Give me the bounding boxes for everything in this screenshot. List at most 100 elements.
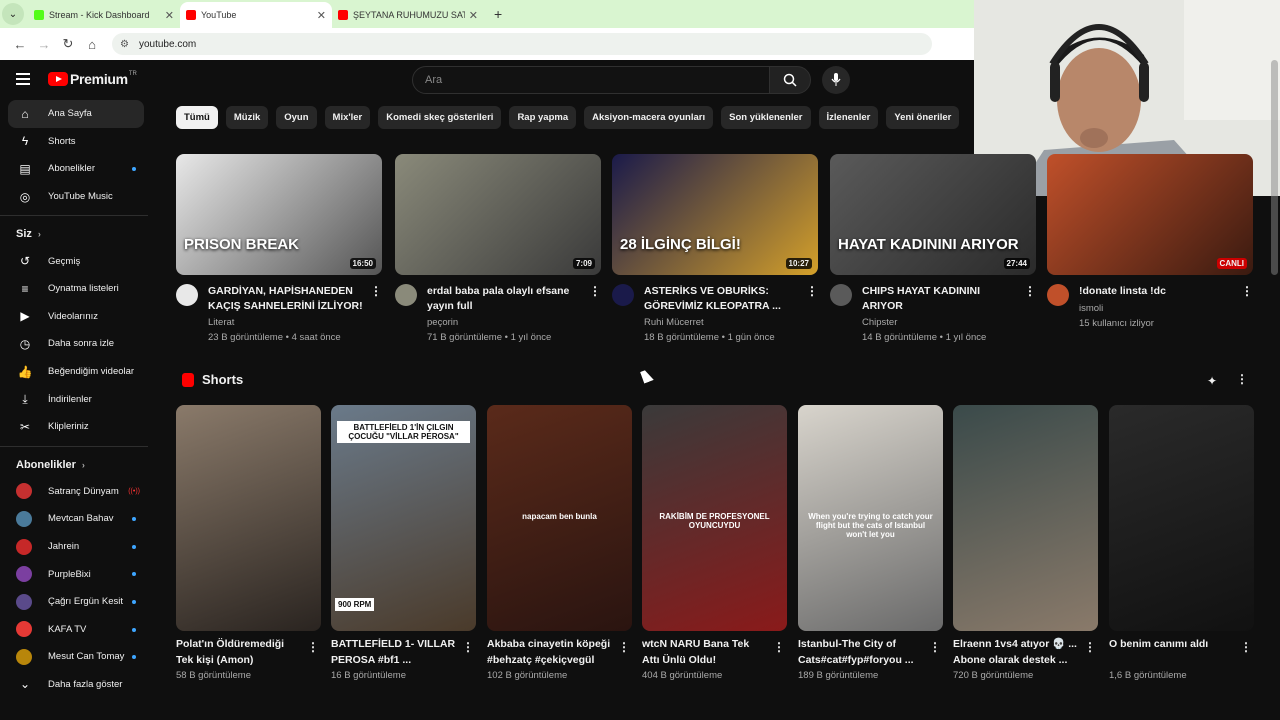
new-tab-button[interactable]: + [494, 6, 502, 22]
video-title[interactable]: erdal baba pala olaylı efsane yayın full [427, 284, 587, 313]
filter-chip[interactable]: Son yüklenenler [721, 106, 811, 129]
more-actions-icon[interactable]: ⋮ [1084, 640, 1096, 654]
channel-avatar[interactable] [612, 284, 634, 306]
more-actions-icon[interactable]: ⋮ [773, 640, 785, 654]
sidebar-item[interactable]: ▶ Videolarınız [8, 303, 144, 331]
forward-icon[interactable]: → [32, 37, 56, 52]
more-actions-icon[interactable]: ⋮ [929, 640, 941, 654]
filter-chip[interactable]: Yeni öneriler [886, 106, 960, 129]
search-button[interactable] [769, 66, 811, 94]
short-thumbnail[interactable]: napacam ben bunla [487, 405, 632, 631]
filter-chip[interactable]: Aksiyon-macera oyunları [584, 106, 714, 129]
sidebar-item[interactable]: ↺ Geçmiş [8, 247, 144, 275]
tab-close-icon[interactable]: ✕ [317, 9, 326, 22]
sidebar-subscription[interactable]: Çağrı Ergün Kesit [8, 588, 144, 616]
reload-icon[interactable]: ↻ [56, 36, 80, 52]
short-card[interactable]: O benim canımı aldı 1,6 B görüntüleme ⋮ [1109, 405, 1254, 681]
sidebar-you-header[interactable]: Siz › [0, 221, 160, 247]
short-title[interactable]: O benim canımı aldı [1109, 636, 1234, 668]
short-thumbnail[interactable]: RAKİBİM DE PROFESYONEL OYUNCUYDU [642, 405, 787, 631]
url-field[interactable]: ⚙ youtube.com [112, 33, 932, 55]
more-actions-icon[interactable]: ⋮ [307, 640, 319, 654]
video-title[interactable]: ASTERİKS VE OBURİKS: GÖREVİMİZ KLEOPATRA… [644, 284, 804, 313]
channel-name[interactable]: Chipster [862, 315, 1022, 330]
short-title[interactable]: wtcN NARU Bana Tek Attı Ünlü Oldu! [642, 636, 767, 668]
youtube-logo[interactable]: Premium TR [48, 71, 137, 87]
sidebar-subscription[interactable]: Mevtcan Bahav [8, 505, 144, 533]
short-thumbnail[interactable]: BATTLEFİELD 1'İN ÇILGIN ÇOCUĞU "VİLLAR P… [331, 405, 476, 631]
short-card[interactable]: When you're trying to catch your flight … [798, 405, 943, 681]
sidebar-subscriptions-header[interactable]: Abonelikler › [0, 452, 160, 478]
video-thumbnail[interactable]: 7:09 [395, 154, 601, 275]
video-title[interactable]: GARDİYAN, HAPİSHANEDEN KAÇIŞ SAHNELERİNİ… [208, 284, 368, 313]
filter-chip[interactable]: Müzik [225, 106, 269, 129]
video-title[interactable]: CHIPS HAYAT KADININI ARIYOR [862, 284, 1022, 313]
browser-tab[interactable]: YouTube ✕ [180, 2, 332, 28]
video-thumbnail[interactable]: HAYAT KADININI ARIYOR 27:44 [830, 154, 1036, 275]
more-actions-icon[interactable]: ⋮ [1241, 284, 1253, 298]
video-card[interactable]: CANLI !donate linsta !dc ismoli 15 kullanıc… [1047, 154, 1253, 331]
sidebar-subscription[interactable]: Jahrein [8, 533, 144, 561]
sidebar-subscription[interactable]: KAFA TV [8, 616, 144, 644]
page-scrollbar[interactable] [1271, 60, 1278, 275]
home-button-icon[interactable]: ⌂ [80, 37, 104, 52]
channel-avatar[interactable] [830, 284, 852, 306]
more-actions-icon[interactable]: ⋮ [806, 284, 818, 298]
channel-name[interactable]: peçorin [427, 315, 587, 330]
short-thumbnail[interactable]: When you're trying to catch your flight … [798, 405, 943, 631]
filter-chip[interactable]: Mix'ler [324, 106, 371, 129]
short-title[interactable]: Elraenn 1vs4 atıyor 💀 ... Abone olarak d… [953, 636, 1078, 668]
sidebar-item[interactable]: 👍 Beğendiğim videolar [8, 358, 144, 386]
short-card[interactable]: Polat'ın Öldüremediği Tek kişi (Amon) 58 … [176, 405, 321, 681]
channel-avatar[interactable] [395, 284, 417, 306]
more-actions-icon[interactable]: ⋮ [1240, 640, 1252, 654]
video-card[interactable]: 28 İLGİNÇ BİLGİ! 10:27 ASTERİKS VE OBURİKS… [612, 154, 818, 345]
video-thumbnail[interactable]: 28 İLGİNÇ BİLGİ! 10:27 [612, 154, 818, 275]
sidebar-subscription[interactable]: Satranç Dünyam ((•)) [8, 478, 144, 506]
short-title[interactable]: Akbaba cinayetin köpeği #behzatç #çekiçv… [487, 636, 612, 668]
short-title[interactable]: Istanbul-The City of Cats#cat#fyp#foryou… [798, 636, 923, 668]
short-thumbnail[interactable] [176, 405, 321, 631]
channel-name[interactable]: ismoli [1079, 301, 1239, 316]
menu-icon[interactable] [16, 73, 30, 85]
voice-search-button[interactable] [822, 66, 850, 94]
video-title[interactable]: !donate linsta !dc [1079, 284, 1239, 299]
site-info-icon[interactable]: ⚙ [120, 39, 129, 50]
shorts-feedback-icon[interactable]: ✦ [1207, 374, 1217, 388]
browser-tab[interactable]: ŞEYTANA RUHUMUZU SATTIK ✕ [332, 2, 484, 28]
sidebar-subscription[interactable]: PurpleBixi [8, 560, 144, 588]
tab-close-icon[interactable]: ✕ [165, 9, 174, 22]
video-card[interactable]: 7:09 erdal baba pala olaylı efsane yayın … [395, 154, 601, 345]
sidebar-item[interactable]: ⌂ Ana Sayfa [8, 100, 144, 128]
sidebar-item[interactable]: ▤ Abonelikler [8, 155, 144, 183]
short-thumbnail[interactable] [1109, 405, 1254, 631]
filter-chip[interactable]: Tümü [176, 106, 218, 129]
filter-chip[interactable]: Oyun [276, 106, 317, 129]
search-input[interactable]: Ara [412, 66, 770, 94]
more-actions-icon[interactable]: ⋮ [1024, 284, 1036, 298]
channel-name[interactable]: Ruhi Mücerret [644, 315, 804, 330]
video-card[interactable]: PRISON BREAK 16:50 GARDİYAN, HAPİSHANEDEN … [176, 154, 382, 345]
short-title[interactable]: Polat'ın Öldüremediği Tek kişi (Amon) [176, 636, 301, 668]
short-card[interactable]: RAKİBİM DE PROFESYONEL OYUNCUYDU wtcN NAR… [642, 405, 787, 681]
more-actions-icon[interactable]: ⋮ [462, 640, 474, 654]
filter-chip[interactable]: İzlenenler [818, 106, 879, 129]
sidebar-item[interactable]: ✂ Klipleriniz [8, 413, 144, 441]
video-card[interactable]: HAYAT KADININI ARIYOR 27:44 CHIPS HAYAT KA… [830, 154, 1036, 345]
sidebar-show-more[interactable]: ⌄ Daha fazla göster [8, 671, 144, 699]
tab-search-chevron-icon[interactable]: ⌄ [2, 3, 24, 25]
sidebar-item[interactable]: ⤓ İndirilenler [8, 385, 144, 413]
more-actions-icon[interactable]: ⋮ [370, 284, 382, 298]
browser-tab[interactable]: Stream - Kick Dashboard ✕ [28, 2, 180, 28]
sidebar-item[interactable]: ◎ YouTube Music [8, 183, 144, 211]
sidebar-subscription[interactable]: Mesut Can Tomay [8, 643, 144, 671]
tab-close-icon[interactable]: ✕ [469, 9, 478, 22]
short-title[interactable]: BATTLEFİELD 1- VILLAR PEROSA #bf1 ... [331, 636, 456, 668]
more-actions-icon[interactable]: ⋮ [618, 640, 630, 654]
filter-chip[interactable]: Rap yapma [509, 106, 577, 129]
shorts-more-icon[interactable]: ⋮ [1236, 372, 1248, 386]
short-thumbnail[interactable] [953, 405, 1098, 631]
more-actions-icon[interactable]: ⋮ [589, 284, 601, 298]
sidebar-item[interactable]: ◷ Daha sonra izle [8, 330, 144, 358]
short-card[interactable]: napacam ben bunla Akbaba cinayetin köpeği… [487, 405, 632, 681]
